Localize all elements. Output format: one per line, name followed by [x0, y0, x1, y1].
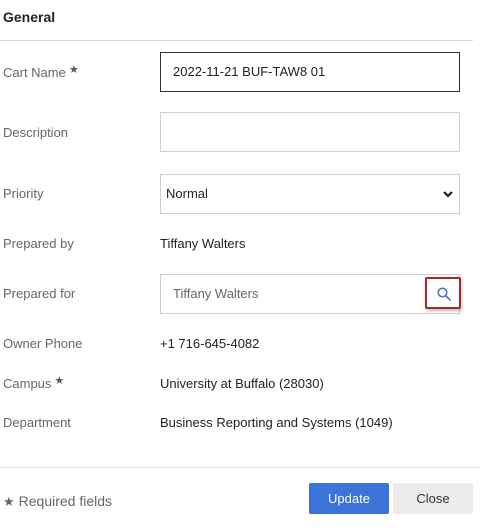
section-title: General [3, 9, 56, 25]
cart-name-label-text: Cart Name [3, 65, 66, 80]
chevron-down-icon [443, 191, 453, 198]
update-button[interactable]: Update [309, 483, 389, 514]
star-icon: ★ [3, 494, 15, 509]
close-button[interactable]: Close [393, 483, 473, 514]
department-label: Department [3, 415, 71, 430]
prepared-by-label: Prepared by [3, 236, 74, 251]
priority-label: Priority [3, 186, 44, 201]
priority-selected-value: Normal [166, 186, 208, 201]
prepared-for-input[interactable]: Tiffany Walters [160, 274, 461, 314]
department-value: Business Reporting and Systems (1049) [160, 415, 393, 430]
campus-label-text: Campus [3, 376, 52, 391]
required-fields-note: ★ Required fields [3, 493, 112, 510]
description-label: Description [3, 125, 69, 140]
owner-phone-label: Owner Phone [3, 336, 83, 351]
cart-name-input[interactable]: 2022-11-21 BUF-TAW8 01 [160, 52, 460, 92]
prepared-by-value: Tiffany Walters [160, 236, 246, 251]
prepared-for-value: Tiffany Walters [173, 286, 259, 301]
section-divider [0, 40, 473, 41]
required-star-icon: ★ [54, 375, 65, 387]
search-icon [437, 287, 451, 301]
priority-select[interactable]: Normal [160, 174, 460, 214]
campus-value: University at Buffalo (28030) [160, 376, 324, 391]
prepared-for-search-button[interactable] [425, 277, 461, 309]
description-input[interactable] [160, 112, 460, 152]
cart-name-value: 2022-11-21 BUF-TAW8 01 [173, 64, 326, 79]
owner-phone-value: +1 716-645-4082 [160, 336, 260, 351]
cart-name-label: Cart Name ★ [3, 64, 79, 80]
prepared-for-label: Prepared for [3, 286, 76, 301]
campus-label: Campus ★ [3, 375, 65, 391]
required-fields-text: Required fields [18, 493, 113, 509]
footer-divider [0, 467, 480, 468]
required-star-icon: ★ [68, 64, 79, 76]
